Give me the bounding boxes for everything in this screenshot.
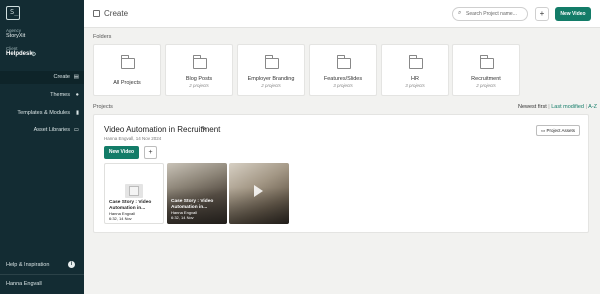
folder-name: Blog Posts	[185, 76, 213, 82]
sort-a-z[interactable]: A-Z	[588, 104, 597, 110]
help-link[interactable]: Help & Inspiration	[6, 262, 49, 268]
sort-last-modified[interactable]: Last modified	[551, 104, 584, 110]
folder-icon	[337, 55, 351, 69]
folder-name: All Projects	[113, 80, 141, 86]
topbar: Create ⌕ + New Video	[84, 0, 600, 28]
folder-count: 2 projects	[476, 83, 496, 88]
sort-label: Newest first	[518, 104, 547, 110]
folder-count: 2 projects	[261, 83, 281, 88]
project-assets-button[interactable]: ▭ Project Assets	[536, 125, 580, 136]
project-assets-label: Project Assets	[546, 128, 576, 133]
folder-name: Recruitment	[471, 76, 501, 82]
palette-icon: ●	[75, 92, 79, 98]
folder-employer-branding[interactable]: Employer Branding 2 projects	[237, 44, 305, 96]
video-title: Case Story : Video Automation in...	[171, 199, 214, 210]
sort-separator: |	[548, 104, 550, 110]
sidebar-item-label: Asset Libraries	[33, 127, 70, 133]
agency-name[interactable]: StoryXit	[6, 33, 25, 39]
folder-name: Employer Branding	[247, 76, 295, 82]
sidebar-item-themes[interactable]: Themes ●	[0, 89, 84, 102]
sidebar-item-label: Templates & Modules	[17, 110, 70, 116]
sidebar-item-label: Themes	[50, 92, 70, 98]
sidebar-item-asset-libraries[interactable]: Asset Libraries ▭	[0, 124, 84, 137]
search-icon: ⌕	[458, 10, 462, 16]
folder-features-slides[interactable]: Features/Slides 3 projects	[309, 44, 377, 96]
projects-heading: Projects	[93, 104, 113, 110]
project-meta: Hanna Engvall, 14 Nov 2024	[104, 136, 162, 141]
logo-letter: S_	[10, 8, 19, 16]
project-panel: Video Automation in Recruitment ✎ Hanna …	[93, 114, 589, 233]
folder-icon	[121, 55, 135, 69]
folder-blog-posts[interactable]: Blog Posts 2 projects	[165, 44, 233, 96]
sidebar-item-templates[interactable]: Templates & Modules ▮	[0, 107, 84, 120]
layout-icon: ▤	[73, 74, 79, 80]
sidebar-item-create[interactable]: Create ▤	[0, 71, 84, 84]
folder-icon	[265, 55, 279, 69]
add-button[interactable]: +	[535, 7, 549, 21]
video-time: 6:32, 14 Nov	[171, 215, 194, 220]
add-button[interactable]: +	[144, 146, 157, 159]
new-video-button[interactable]: New Video	[555, 7, 591, 21]
folder-recruitment[interactable]: Recruitment 2 projects	[452, 44, 520, 96]
folder-name: Features/Slides	[323, 76, 363, 82]
sidebar: S_ Agency StoryXit Client Helpdesk ⚙ Cre…	[0, 0, 84, 294]
folder-hr[interactable]: HR 3 projects	[381, 44, 449, 96]
sidebar-divider	[0, 274, 84, 275]
library-icon: ▭	[73, 127, 79, 133]
document-icon	[125, 184, 143, 198]
folders-heading: Folders	[93, 34, 112, 40]
video-card[interactable]: Case Story : Video Automation in... Hann…	[104, 163, 164, 224]
folder-icon	[480, 55, 494, 69]
gear-icon[interactable]: ⚙	[31, 51, 36, 58]
edit-icon[interactable]: ✎	[201, 125, 207, 133]
search-box[interactable]: ⌕	[452, 7, 528, 21]
play-icon[interactable]	[254, 185, 263, 197]
folder-icon	[193, 55, 207, 69]
info-icon[interactable]: i	[68, 261, 75, 268]
video-card[interactable]: Case Story : Video Automation in... Hann…	[167, 163, 227, 224]
folder-name: HR	[411, 76, 419, 82]
bookmark-icon: ▮	[75, 110, 79, 116]
folder-count: 3 projects	[405, 83, 425, 88]
sort-bar: Newest first | Last modified | A-Z	[518, 104, 597, 110]
folder-icon	[409, 55, 423, 69]
folder-count: 3 projects	[333, 83, 353, 88]
folder-all-projects[interactable]: All Projects	[93, 44, 161, 96]
search-input[interactable]	[466, 11, 526, 17]
folder-count: 2 projects	[189, 83, 209, 88]
layout-icon	[93, 10, 100, 17]
sidebar-item-label: Create	[53, 74, 70, 80]
page-title: Create	[104, 9, 129, 18]
sort-separator: |	[585, 104, 587, 110]
video-card[interactable]	[229, 163, 289, 224]
video-time: 6:32, 14 Nov	[109, 216, 132, 221]
new-video-button[interactable]: New Video	[104, 146, 139, 159]
user-name[interactable]: Hanna Engvall	[6, 281, 42, 287]
storyxit-logo[interactable]: S_	[6, 6, 20, 20]
client-name[interactable]: Helpdesk	[6, 51, 33, 57]
video-title: Case Story : Video Automation in...	[109, 200, 152, 211]
